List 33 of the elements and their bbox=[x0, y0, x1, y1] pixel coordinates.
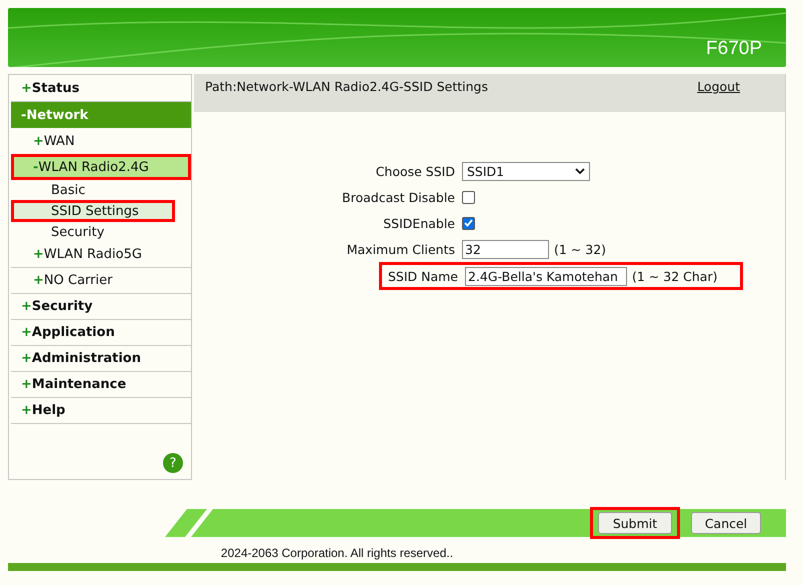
menu-item[interactable]: +Administration bbox=[11, 346, 191, 372]
checkbox[interactable] bbox=[462, 216, 475, 230]
model-name: F670P bbox=[706, 38, 763, 61]
menu-item[interactable]: +Maintenance bbox=[11, 372, 191, 398]
field-label: SSIDEnable bbox=[382, 216, 456, 230]
chevron-icon bbox=[575, 168, 585, 174]
submenu-item[interactable]: SSID Settings bbox=[11, 200, 175, 222]
submit-button[interactable]: Submit bbox=[598, 512, 672, 534]
submenu-item[interactable]: Security bbox=[11, 222, 191, 242]
text-field[interactable]: 2.4G-Bella's Kamotehan bbox=[465, 266, 627, 286]
copyright-text: 2024-2063 Corporation. All rights reserved.. bbox=[220, 545, 454, 562]
submenu-item[interactable]: +NO Carrier bbox=[11, 268, 191, 294]
menu-item[interactable]: +Security bbox=[11, 294, 191, 320]
field-label: SSID Name bbox=[386, 268, 459, 284]
range-hint: (1 ~ 32) bbox=[554, 242, 606, 256]
logout-link[interactable]: Logout bbox=[697, 79, 740, 112]
submenu-item[interactable]: +WAN bbox=[11, 128, 191, 154]
menu-item[interactable]: +Application bbox=[11, 320, 191, 346]
text-field[interactable]: 32 bbox=[462, 240, 549, 258]
help-icon[interactable]: ? bbox=[163, 453, 183, 473]
cancel-button[interactable]: Cancel bbox=[691, 512, 761, 534]
ssid-select[interactable]: SSID1 bbox=[462, 162, 590, 180]
submenu-item[interactable]: -WLAN Radio2.4G bbox=[11, 154, 191, 180]
menu-item[interactable]: -Network bbox=[11, 102, 191, 128]
checkbox[interactable] bbox=[462, 190, 475, 204]
breadcrumb-path: Path:Network-WLAN Radio2.4G-SSID Settings bbox=[205, 79, 488, 96]
menu-item[interactable]: +Help bbox=[11, 398, 191, 424]
field-label: Choose SSID bbox=[374, 164, 456, 178]
field-label: Broadcast Disable bbox=[341, 190, 456, 204]
submenu-item[interactable]: +WLAN Radio5G bbox=[11, 242, 191, 268]
field-label: Maximum Clients bbox=[346, 242, 456, 256]
range-hint: (1 ~ 32 Char) bbox=[632, 268, 718, 284]
submenu-item[interactable]: Basic bbox=[11, 180, 191, 200]
